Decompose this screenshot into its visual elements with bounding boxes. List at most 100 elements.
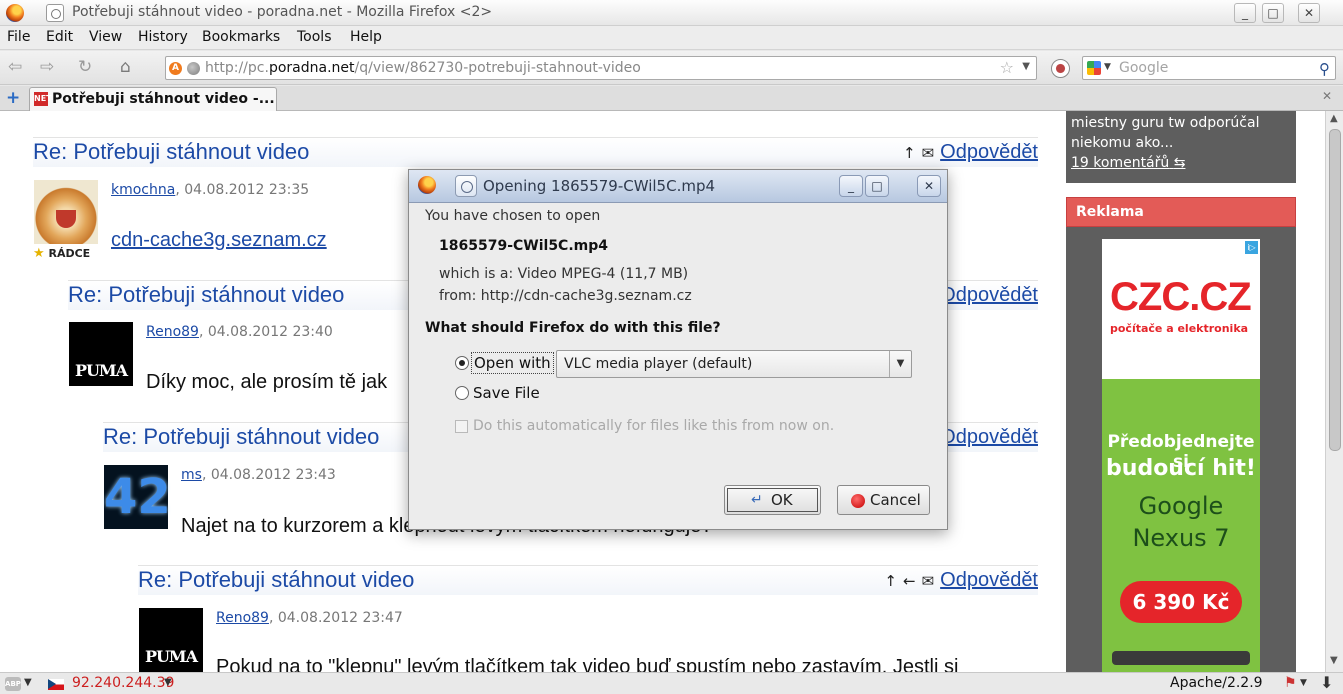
- firefox-icon: [418, 176, 436, 194]
- site-identity-icon[interactable]: [187, 62, 200, 75]
- up-arrow-icon[interactable]: ↑: [903, 144, 916, 162]
- action-question: What should Firefox do with this file?: [425, 320, 721, 336]
- menu-bookmarks[interactable]: Bookmarks: [202, 29, 280, 45]
- post-title[interactable]: Re: Potřebuji stáhnout video: [68, 282, 344, 308]
- reload-icon[interactable]: ↻: [78, 59, 92, 76]
- open-with-radio[interactable]: [455, 356, 469, 370]
- reply-link[interactable]: Odpovědět: [940, 569, 1038, 591]
- scroll-up-icon[interactable]: ▲: [1330, 113, 1338, 124]
- home-icon[interactable]: ⌂: [120, 59, 131, 76]
- post-date: , 04.08.2012 23:35: [175, 182, 310, 198]
- avatar[interactable]: 42: [104, 465, 171, 529]
- menu-edit[interactable]: Edit: [46, 29, 73, 45]
- mail-icon[interactable]: ✉: [922, 572, 935, 590]
- firefox-icon: [6, 4, 24, 22]
- menu-tools[interactable]: Tools: [297, 29, 332, 45]
- tab-active[interactable]: NET Potřebuji stáhnout video -...: [29, 87, 277, 111]
- dialog-minimize-button[interactable]: _: [839, 175, 863, 197]
- dialog-close-button[interactable]: ✕: [917, 175, 941, 197]
- dialog-menu-icon[interactable]: [455, 175, 477, 197]
- menu-bar: File Edit View History Bookmarks Tools H…: [0, 26, 1343, 50]
- new-tab-icon[interactable]: +: [6, 88, 20, 108]
- download-icon[interactable]: ⬇: [1320, 673, 1333, 692]
- back-icon[interactable]: ⇦: [8, 59, 22, 76]
- post-title[interactable]: Re: Potřebuji stáhnout video: [103, 424, 379, 450]
- ip-dropdown-icon[interactable]: ▼: [164, 677, 172, 688]
- adblock-dropdown-icon[interactable]: ▼: [24, 677, 32, 688]
- ad-header: Reklama: [1066, 197, 1296, 227]
- menu-history[interactable]: History: [138, 29, 188, 45]
- reply-link[interactable]: Odpovědět: [940, 426, 1038, 448]
- tab-bar: + NET Potřebuji stáhnout video -... ✕: [0, 86, 1343, 111]
- comments-icon: ⇆: [1173, 155, 1186, 171]
- mail-icon[interactable]: ✉: [922, 144, 935, 162]
- post-link[interactable]: cdn-cache3g.seznam.cz: [111, 229, 327, 252]
- save-file-radio[interactable]: [455, 386, 469, 400]
- open-with-label[interactable]: Open with: [471, 352, 554, 374]
- ok-button[interactable]: ↵ OK: [724, 485, 821, 515]
- scroll-down-icon[interactable]: ▼: [1330, 655, 1338, 666]
- url-bar[interactable]: A http://pc.poradna.net/q/view/862730-po…: [165, 56, 1037, 80]
- record-icon[interactable]: [1051, 59, 1070, 78]
- adchoices-icon[interactable]: i▷: [1245, 241, 1258, 254]
- close-button[interactable]: ✕: [1298, 3, 1320, 23]
- avatar[interactable]: PUMA: [69, 322, 133, 386]
- post-body: Díky moc, ale prosím tě jak: [146, 371, 388, 393]
- search-icon[interactable]: ⚲: [1319, 60, 1330, 78]
- auto-checkbox[interactable]: [455, 420, 468, 433]
- server-info: Apache/2.2.9: [1170, 675, 1263, 691]
- minimize-button[interactable]: _: [1234, 3, 1256, 23]
- window-menu-icon[interactable]: [46, 4, 64, 22]
- author-link[interactable]: kmochna: [111, 182, 175, 198]
- maximize-button[interactable]: □: [1262, 3, 1284, 23]
- page-scrollbar[interactable]: ▲ ▼: [1325, 111, 1343, 672]
- post-title[interactable]: Re: Potřebuji stáhnout video: [33, 139, 309, 165]
- auto-checkbox-label: Do this automatically for files like thi…: [473, 418, 835, 434]
- ip-address: 92.240.244.39: [72, 675, 175, 691]
- adblock-icon[interactable]: ABP: [5, 677, 21, 691]
- ad-banner[interactable]: i▷ CZC.CZ počítače a elektronika Předobj…: [1102, 239, 1260, 672]
- search-input[interactable]: Google: [1119, 60, 1168, 76]
- flag-icon: [48, 679, 64, 690]
- star-icon: ★: [33, 246, 45, 261]
- engine-dropdown-icon[interactable]: ▼: [1104, 62, 1111, 72]
- chevron-down-icon[interactable]: ▼: [889, 351, 911, 377]
- google-engine-icon[interactable]: [1087, 61, 1101, 75]
- author-link[interactable]: Reno89: [216, 610, 269, 626]
- avatar[interactable]: [34, 180, 98, 244]
- addon-icon[interactable]: ⚑: [1284, 675, 1297, 691]
- dialog-maximize-button[interactable]: □: [865, 175, 889, 197]
- window-title: Potřebuji stáhnout video - poradna.net -…: [72, 4, 493, 20]
- menu-file[interactable]: File: [7, 29, 30, 45]
- author-link[interactable]: ms: [181, 467, 202, 483]
- scrollbar-thumb[interactable]: [1329, 129, 1341, 451]
- author-link[interactable]: Reno89: [146, 324, 199, 340]
- post-title[interactable]: Re: Potřebuji stáhnout video: [138, 567, 414, 593]
- close-tab-icon[interactable]: ✕: [1322, 89, 1333, 103]
- up-arrow-icon[interactable]: ↑: [884, 572, 897, 590]
- tab-title: Potřebuji stáhnout video -...: [52, 91, 275, 107]
- sidebar-text[interactable]: miestny guru tw odporúčal niekomu ako...: [1071, 113, 1259, 153]
- cancel-button[interactable]: Cancel: [837, 485, 930, 515]
- forward-icon[interactable]: ⇨: [40, 59, 54, 76]
- bookmark-star-icon[interactable]: ☆: [1000, 58, 1014, 77]
- window-titlebar: Potřebuji stáhnout video - poradna.net -…: [0, 0, 1343, 26]
- post-date: , 04.08.2012 23:47: [268, 610, 403, 626]
- url-text[interactable]: http://pc.poradna.net/q/view/862730-potr…: [205, 60, 641, 76]
- url-history-dropdown-icon[interactable]: ▼: [1022, 61, 1030, 72]
- avatar[interactable]: PUMA: [139, 608, 203, 672]
- status-bar: ABP ▼ 92.240.244.39 ▼ Apache/2.2.9 ⚑ ▼ ⬇: [0, 672, 1343, 694]
- dialog-title: Opening 1865579-CWil5C.mp4: [483, 177, 716, 195]
- application-select[interactable]: VLC media player (default) ▼: [556, 350, 912, 378]
- reply-link[interactable]: Odpovědět: [940, 284, 1038, 306]
- menu-help[interactable]: Help: [350, 29, 382, 45]
- search-bar[interactable]: ▼ Google ⚲: [1082, 56, 1336, 80]
- comments-link[interactable]: 19 komentářů ⇆: [1071, 155, 1185, 171]
- back-arrow-icon[interactable]: ←: [903, 572, 916, 590]
- radce-badge: ★ RÁDCE: [33, 246, 91, 261]
- addon-dropdown-icon[interactable]: ▼: [1300, 678, 1307, 688]
- save-file-label[interactable]: Save File: [473, 384, 540, 402]
- post-header: Re: Potřebuji stáhnout video ↑ ← ✉ Odpovědě…: [138, 565, 1038, 595]
- menu-view[interactable]: View: [89, 29, 122, 45]
- reply-link[interactable]: Odpovědět: [940, 141, 1038, 163]
